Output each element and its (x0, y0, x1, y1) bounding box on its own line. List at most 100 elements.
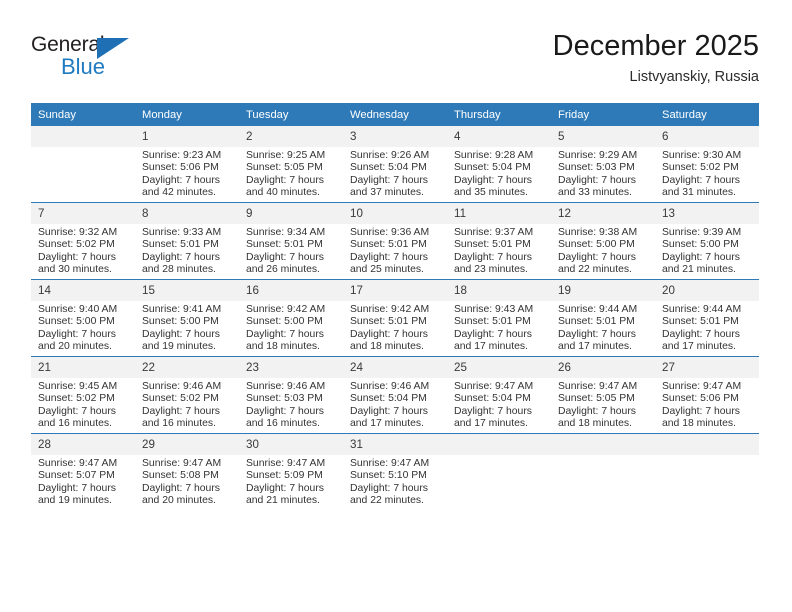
calendar-day-cell[interactable]: 29 Sunrise: 9:47 AM Sunset: 5:08 PM Dayligh… (135, 433, 239, 510)
calendar-day-cell[interactable]: 5 Sunrise: 9:29 AM Sunset: 5:03 PM Daylight… (551, 126, 655, 203)
day-number: 7 (31, 203, 135, 224)
daylight-duration-line1: Daylight: 7 hours (454, 174, 532, 186)
daylight-duration-line1: Daylight: 7 hours (350, 328, 428, 340)
daylight-duration-line2: and 17 minutes. (454, 340, 528, 352)
daylight-duration-line2: and 20 minutes. (38, 340, 112, 352)
calendar-day-cell[interactable]: 15 Sunrise: 9:41 AM Sunset: 5:00 PM Dayligh… (135, 279, 239, 357)
calendar-day-cell[interactable]: 14 Sunrise: 9:40 AM Sunset: 5:00 PM Dayligh… (31, 279, 135, 357)
calendar-day-cell[interactable]: 30 Sunrise: 9:47 AM Sunset: 5:09 PM Dayligh… (239, 433, 343, 510)
calendar-day-cell[interactable]: 18 Sunrise: 9:43 AM Sunset: 5:01 PM Dayligh… (447, 279, 551, 357)
daylight-duration-line2: and 42 minutes. (142, 186, 216, 198)
day-details: Sunrise: 9:47 AM Sunset: 5:09 PM Daylight:… (239, 455, 343, 507)
daylight-duration-line2: and 17 minutes. (350, 417, 424, 429)
daylight-duration-line1: Daylight: 7 hours (558, 251, 636, 263)
day-details: Sunrise: 9:33 AM Sunset: 5:01 PM Daylight:… (135, 224, 239, 276)
day-number: 9 (239, 203, 343, 224)
calendar-week-row: 21 Sunrise: 9:45 AM Sunset: 5:02 PM Dayligh… (31, 356, 759, 434)
sunset-time: Sunset: 5:04 PM (454, 162, 531, 174)
calendar-day-cell[interactable]: 3 Sunrise: 9:26 AM Sunset: 5:04 PM Daylight… (343, 126, 447, 203)
general-blue-logo[interactable]: General Blue (31, 34, 151, 84)
day-number: 18 (447, 280, 551, 301)
daylight-duration-line2: and 33 minutes. (558, 186, 632, 198)
sunset-time: Sunset: 5:00 PM (246, 316, 323, 328)
sunset-time: Sunset: 5:06 PM (662, 393, 739, 405)
calendar-day-cell[interactable]: 4 Sunrise: 9:28 AM Sunset: 5:04 PM Daylight… (447, 126, 551, 203)
calendar-day-cell[interactable]: 6 Sunrise: 9:30 AM Sunset: 5:02 PM Daylight… (655, 126, 759, 203)
daylight-duration-line2: and 21 minutes. (246, 494, 320, 506)
sunrise-time: Sunrise: 9:28 AM (454, 150, 534, 161)
sunset-time: Sunset: 5:01 PM (142, 239, 219, 251)
sunset-time: Sunset: 5:01 PM (454, 316, 531, 328)
calendar-day-cell[interactable]: 26 Sunrise: 9:47 AM Sunset: 5:05 PM Dayligh… (551, 356, 655, 434)
day-number: 11 (447, 203, 551, 224)
daylight-duration-line2: and 19 minutes. (142, 340, 216, 352)
calendar-day-cell[interactable]: 20 Sunrise: 9:44 AM Sunset: 5:01 PM Dayligh… (655, 279, 759, 357)
daylight-duration-line1: Daylight: 7 hours (246, 174, 324, 186)
day-number (31, 126, 135, 147)
calendar-day-cell[interactable]: 8 Sunrise: 9:33 AM Sunset: 5:01 PM Daylight… (135, 202, 239, 280)
calendar-day-cell[interactable]: 21 Sunrise: 9:45 AM Sunset: 5:02 PM Dayligh… (31, 356, 135, 434)
sunset-time: Sunset: 5:01 PM (454, 239, 531, 251)
sunrise-time: Sunrise: 9:39 AM (662, 227, 742, 238)
sunset-time: Sunset: 5:05 PM (246, 162, 323, 174)
day-details: Sunrise: 9:43 AM Sunset: 5:01 PM Daylight:… (447, 301, 551, 353)
calendar-day-cell[interactable]: 28 Sunrise: 9:47 AM Sunset: 5:07 PM Dayligh… (31, 433, 135, 510)
daylight-duration-line2: and 17 minutes. (558, 340, 632, 352)
calendar-day-cell[interactable]: 12 Sunrise: 9:38 AM Sunset: 5:00 PM Dayligh… (551, 202, 655, 280)
calendar-day-cell[interactable]: 24 Sunrise: 9:46 AM Sunset: 5:04 PM Dayligh… (343, 356, 447, 434)
sunrise-time: Sunrise: 9:36 AM (350, 227, 430, 238)
weekday-header-friday: Friday (551, 103, 655, 126)
day-details: Sunrise: 9:40 AM Sunset: 5:00 PM Daylight:… (31, 301, 135, 353)
daylight-duration-line1: Daylight: 7 hours (558, 328, 636, 340)
day-number: 20 (655, 280, 759, 301)
calendar-day-cell[interactable]: 16 Sunrise: 9:42 AM Sunset: 5:00 PM Dayligh… (239, 279, 343, 357)
daylight-duration-line1: Daylight: 7 hours (142, 482, 220, 494)
calendar-day-cell[interactable]: 1 Sunrise: 9:23 AM Sunset: 5:06 PM Daylight… (135, 126, 239, 203)
calendar-day-cell[interactable]: 9 Sunrise: 9:34 AM Sunset: 5:01 PM Daylight… (239, 202, 343, 280)
sunrise-time: Sunrise: 9:43 AM (454, 304, 534, 315)
calendar-day-cell-empty (655, 433, 759, 510)
sunrise-time: Sunrise: 9:34 AM (246, 227, 326, 238)
sunrise-time: Sunrise: 9:30 AM (662, 150, 742, 161)
calendar-day-cell[interactable]: 27 Sunrise: 9:47 AM Sunset: 5:06 PM Dayligh… (655, 356, 759, 434)
daylight-duration-line2: and 18 minutes. (246, 340, 320, 352)
sunrise-time: Sunrise: 9:40 AM (38, 304, 118, 315)
calendar-day-cell[interactable]: 23 Sunrise: 9:46 AM Sunset: 5:03 PM Dayligh… (239, 356, 343, 434)
calendar-day-cell[interactable]: 10 Sunrise: 9:36 AM Sunset: 5:01 PM Dayligh… (343, 202, 447, 280)
weekday-header-tuesday: Tuesday (239, 103, 343, 126)
day-number: 2 (239, 126, 343, 147)
calendar-day-cell[interactable]: 2 Sunrise: 9:25 AM Sunset: 5:05 PM Daylight… (239, 126, 343, 203)
sunset-time: Sunset: 5:00 PM (142, 316, 219, 328)
daylight-duration-line2: and 18 minutes. (558, 417, 632, 429)
daylight-duration-line1: Daylight: 7 hours (142, 174, 220, 186)
calendar-day-cell[interactable]: 22 Sunrise: 9:46 AM Sunset: 5:02 PM Dayligh… (135, 356, 239, 434)
day-details: Sunrise: 9:46 AM Sunset: 5:04 PM Daylight:… (343, 378, 447, 430)
calendar-day-cell[interactable]: 13 Sunrise: 9:39 AM Sunset: 5:00 PM Dayligh… (655, 202, 759, 280)
calendar-day-cell[interactable]: 7 Sunrise: 9:32 AM Sunset: 5:02 PM Daylight… (31, 202, 135, 280)
day-details: Sunrise: 9:39 AM Sunset: 5:00 PM Daylight:… (655, 224, 759, 276)
day-details: Sunrise: 9:30 AM Sunset: 5:02 PM Daylight:… (655, 147, 759, 199)
sunset-time: Sunset: 5:00 PM (662, 239, 739, 251)
sunset-time: Sunset: 5:01 PM (662, 316, 739, 328)
daylight-duration-line1: Daylight: 7 hours (454, 405, 532, 417)
sunrise-time: Sunrise: 9:46 AM (246, 381, 326, 392)
daylight-duration-line1: Daylight: 7 hours (142, 328, 220, 340)
calendar-day-cell[interactable]: 11 Sunrise: 9:37 AM Sunset: 5:01 PM Dayligh… (447, 202, 551, 280)
daylight-duration-line1: Daylight: 7 hours (662, 405, 740, 417)
day-number: 22 (135, 357, 239, 378)
calendar-day-cell[interactable]: 17 Sunrise: 9:42 AM Sunset: 5:01 PM Dayligh… (343, 279, 447, 357)
daylight-duration-line1: Daylight: 7 hours (142, 251, 220, 263)
daylight-duration-line2: and 35 minutes. (454, 186, 528, 198)
daylight-duration-line2: and 16 minutes. (246, 417, 320, 429)
day-number: 19 (551, 280, 655, 301)
title-block: December 2025 Listvyanskiy, Russia (553, 30, 759, 85)
sunset-time: Sunset: 5:02 PM (662, 162, 739, 174)
calendar-day-cell[interactable]: 19 Sunrise: 9:44 AM Sunset: 5:01 PM Dayligh… (551, 279, 655, 357)
calendar-day-cell[interactable]: 25 Sunrise: 9:47 AM Sunset: 5:04 PM Dayligh… (447, 356, 551, 434)
calendar-week-row: 7 Sunrise: 9:32 AM Sunset: 5:02 PM Daylight… (31, 202, 759, 280)
daylight-duration-line1: Daylight: 7 hours (558, 174, 636, 186)
calendar-day-cell[interactable]: 31 Sunrise: 9:47 AM Sunset: 5:10 PM Dayligh… (343, 433, 447, 510)
calendar-body: 1 Sunrise: 9:23 AM Sunset: 5:06 PM Daylight… (31, 126, 759, 510)
sunrise-time: Sunrise: 9:42 AM (246, 304, 326, 315)
day-number: 30 (239, 434, 343, 455)
